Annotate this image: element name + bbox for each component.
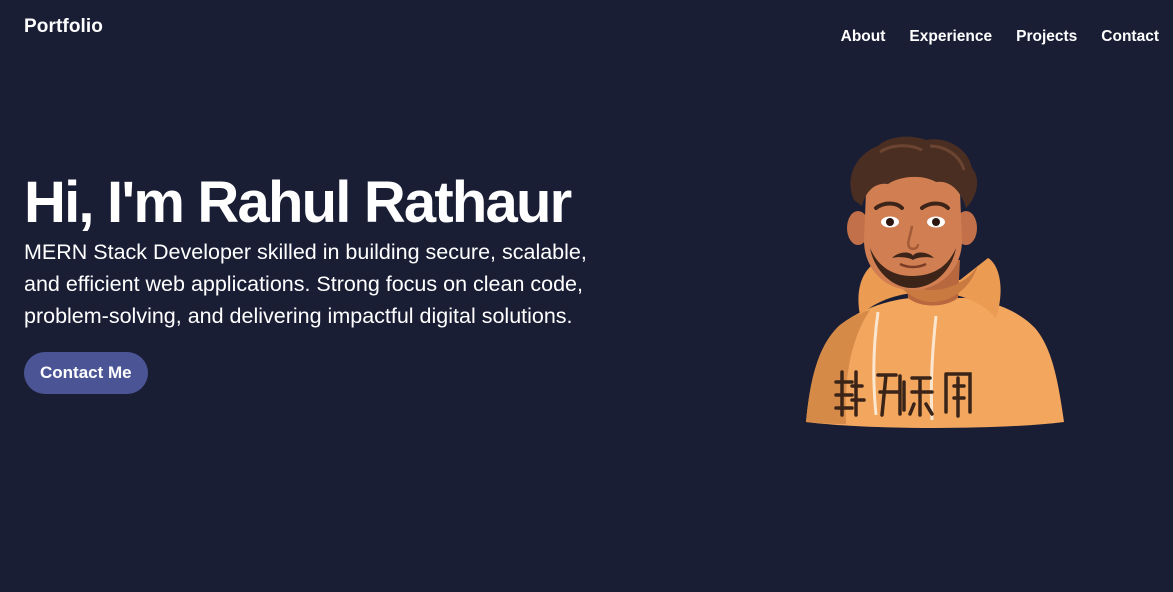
hero-description: MERN Stack Developer skilled in building… xyxy=(24,240,587,328)
page: Portfolio About Experience Projects Cont… xyxy=(0,0,1173,592)
hero-section: Hi, I'm Rahul Rathaur MERN Stack Develop… xyxy=(24,170,604,394)
nav-experience[interactable]: Experience xyxy=(909,28,992,46)
main-nav: About Experience Projects Contact xyxy=(841,28,1159,46)
contact-me-button[interactable]: Contact Me xyxy=(24,352,148,394)
nav-projects[interactable]: Projects xyxy=(1016,28,1077,46)
brand-logo[interactable]: Portfolio xyxy=(24,16,103,38)
nav-about[interactable]: About xyxy=(841,28,886,46)
nav-contact[interactable]: Contact xyxy=(1101,28,1159,46)
hero-title: Hi, I'm Rahul Rathaur xyxy=(24,170,572,235)
avatar-illustration-icon xyxy=(806,136,1064,428)
